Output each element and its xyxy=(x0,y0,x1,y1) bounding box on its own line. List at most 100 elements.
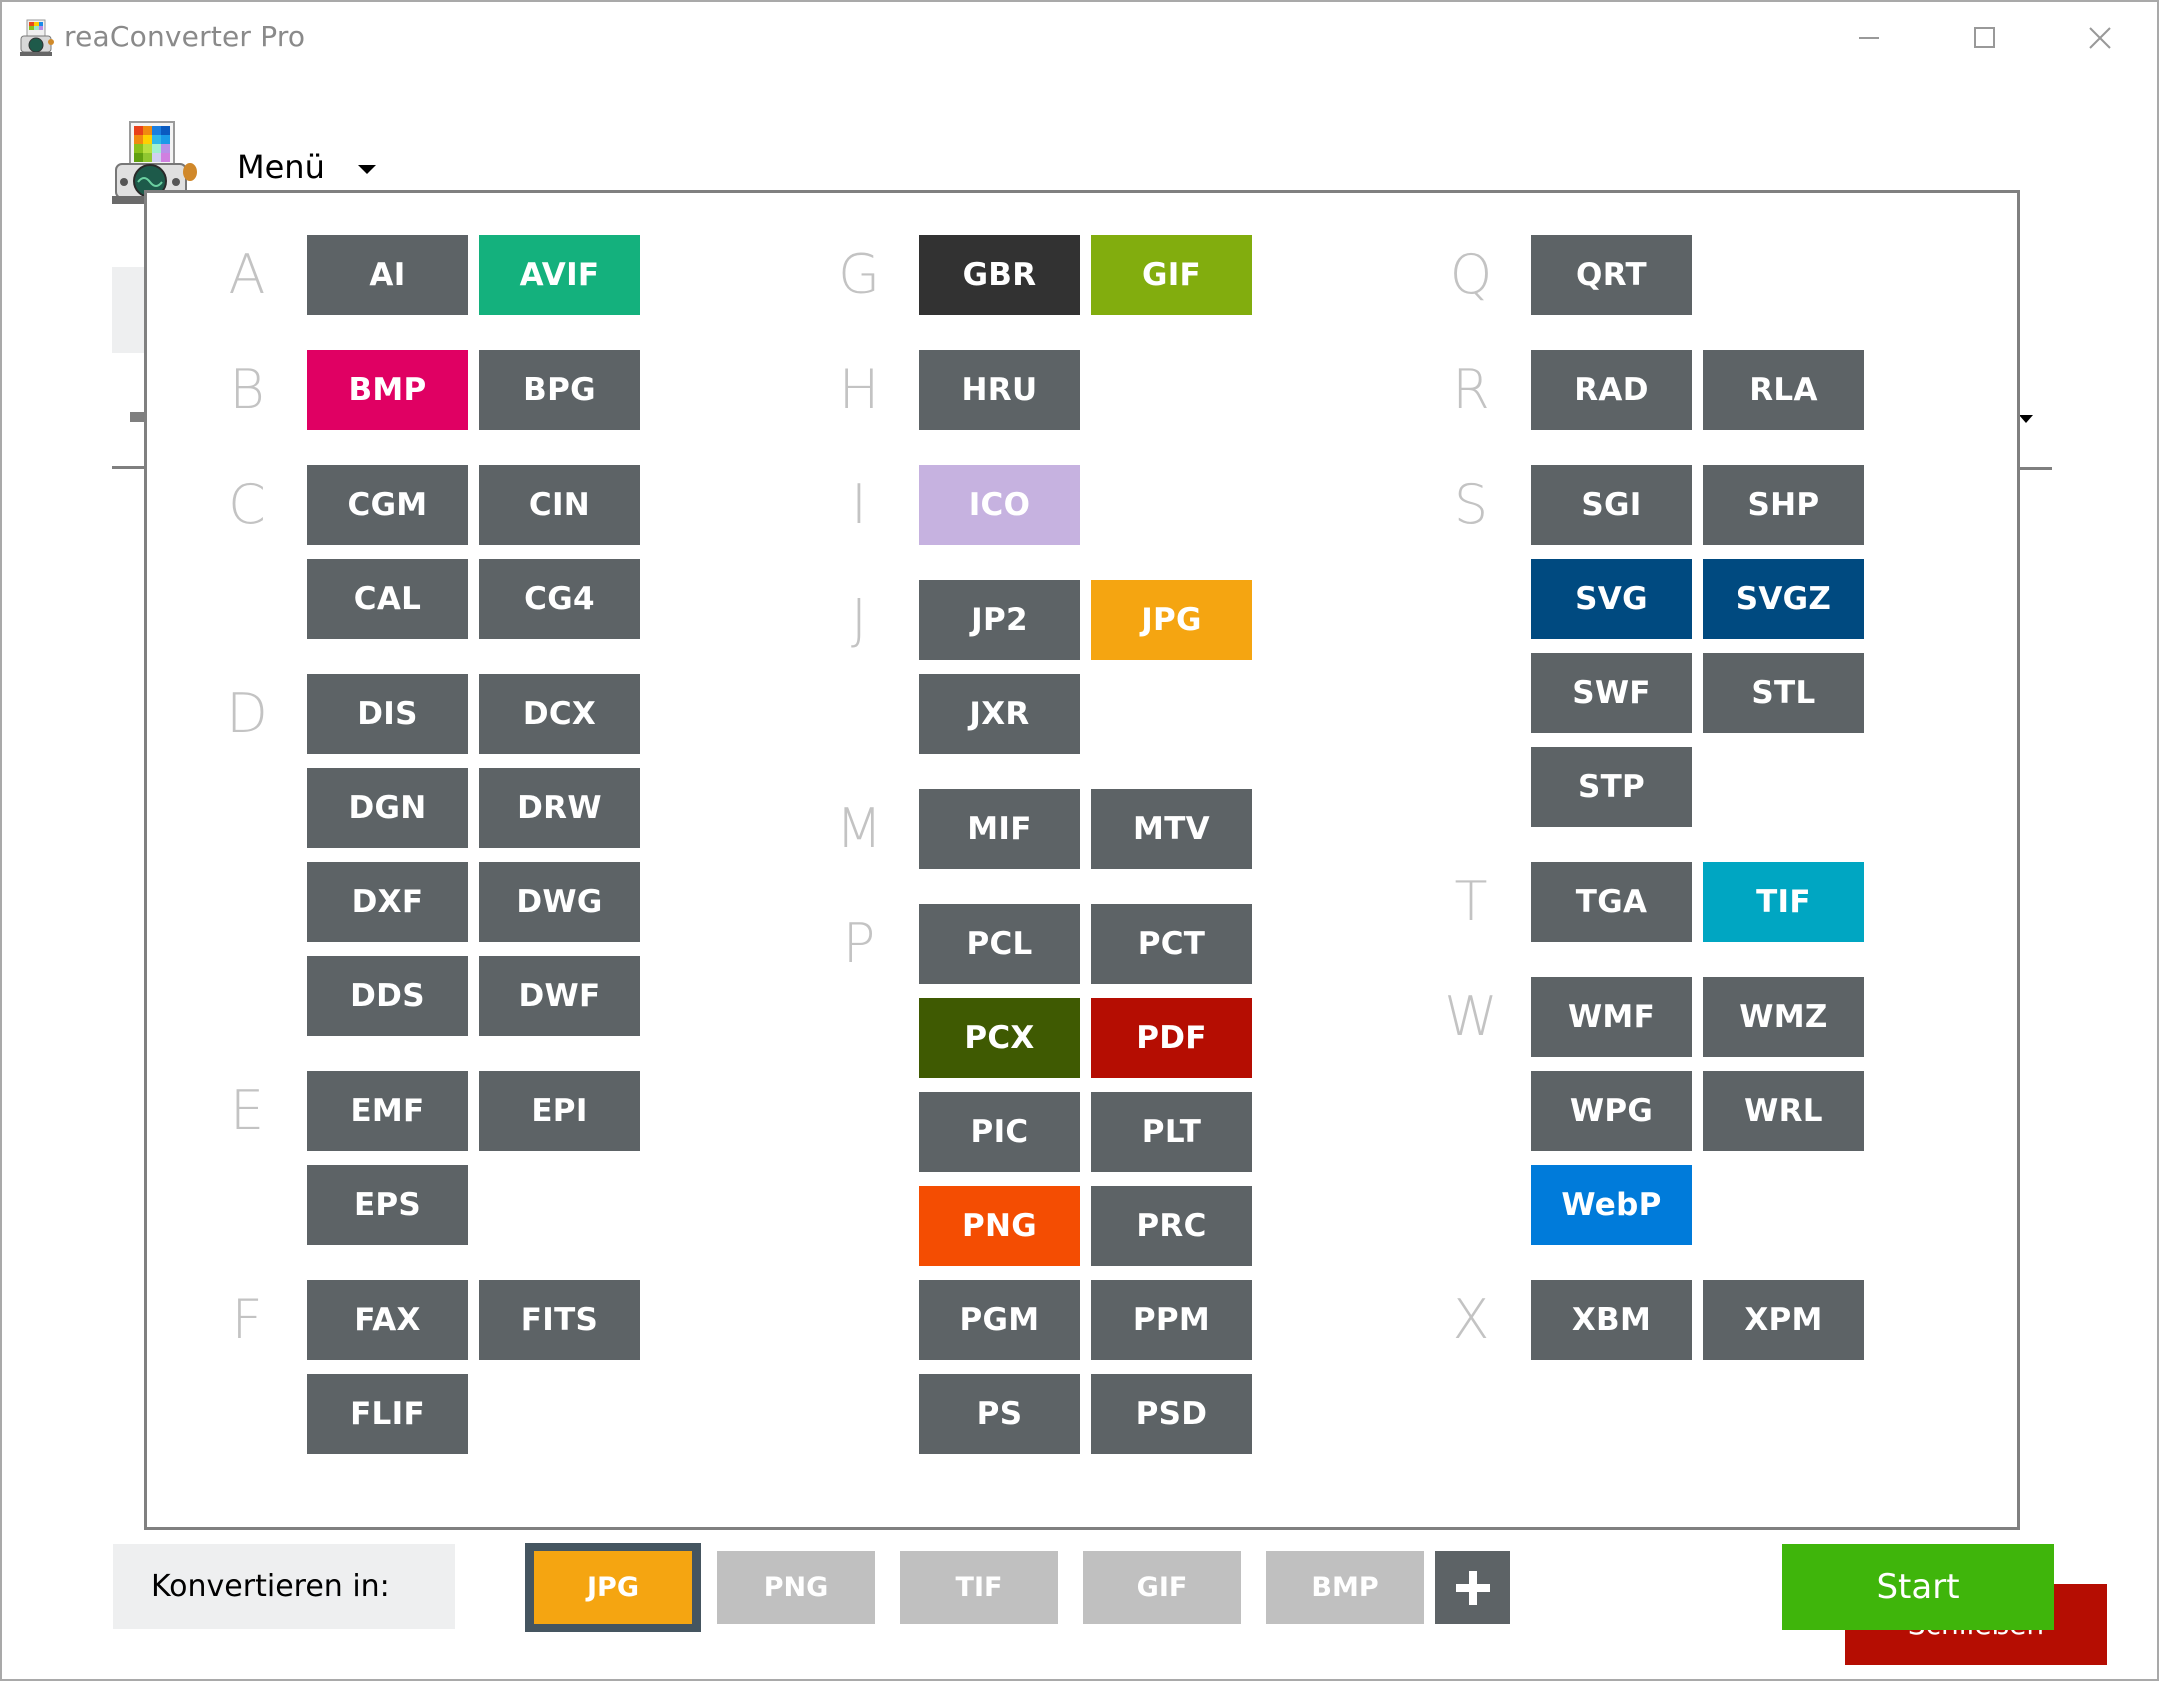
format-button-ico[interactable]: ICO xyxy=(919,465,1080,545)
format-button-ps[interactable]: PS xyxy=(919,1374,1080,1454)
window-title: reaConverter Pro xyxy=(64,20,306,53)
letter-label-q: Q xyxy=(1449,243,1493,306)
format-button-gbr[interactable]: GBR xyxy=(919,235,1080,315)
letter-label-s: S xyxy=(1453,473,1489,536)
format-button-fax[interactable]: FAX xyxy=(307,1280,468,1360)
target-format-bmp[interactable]: BMP xyxy=(1266,1551,1424,1624)
target-format-gif[interactable]: GIF xyxy=(1083,1551,1241,1624)
app-window: reaConverter Pro Menü A AI AVIF B BMP BP… xyxy=(0,0,2159,1681)
format-button-prc[interactable]: PRC xyxy=(1091,1186,1252,1266)
add-target-format-button[interactable] xyxy=(1435,1551,1510,1624)
format-button-avif[interactable]: AVIF xyxy=(479,235,640,315)
letter-label-j: J xyxy=(851,588,867,651)
background-dropdown-arrow-icon xyxy=(2019,415,2033,423)
format-button-svgz[interactable]: SVGZ xyxy=(1703,559,1864,639)
format-button-psd[interactable]: PSD xyxy=(1091,1374,1252,1454)
format-button-pic[interactable]: PIC xyxy=(919,1092,1080,1172)
background-divider xyxy=(2018,467,2052,470)
format-button-bpg[interactable]: BPG xyxy=(479,350,640,430)
format-button-sgi[interactable]: SGI xyxy=(1531,465,1692,545)
format-button-wmz[interactable]: WMZ xyxy=(1703,977,1864,1057)
format-button-dcx[interactable]: DCX xyxy=(479,674,640,754)
format-button-wmf[interactable]: WMF xyxy=(1531,977,1692,1057)
title-bar: reaConverter Pro xyxy=(2,2,2157,74)
maximize-button[interactable] xyxy=(1926,2,2042,74)
format-button-emf[interactable]: EMF xyxy=(307,1071,468,1151)
format-button-jpg[interactable]: JPG xyxy=(1091,580,1252,660)
format-button-bmp[interactable]: BMP xyxy=(307,350,468,430)
format-button-plt[interactable]: PLT xyxy=(1091,1092,1252,1172)
convert-to-label: Konvertieren in: xyxy=(113,1544,455,1629)
target-format-jpg[interactable]: JPG xyxy=(534,1551,692,1624)
format-button-swf[interactable]: SWF xyxy=(1531,653,1692,733)
format-button-hru[interactable]: HRU xyxy=(919,350,1080,430)
format-button-wpg[interactable]: WPG xyxy=(1531,1071,1692,1151)
format-button-tga[interactable]: TGA xyxy=(1531,862,1692,942)
format-button-dis[interactable]: DIS xyxy=(307,674,468,754)
letter-label-b: B xyxy=(229,358,265,421)
background-slider-tick xyxy=(130,412,144,422)
letter-label-f: F xyxy=(231,1288,263,1351)
letter-label-x: X xyxy=(1452,1288,1490,1351)
format-button-flif[interactable]: FLIF xyxy=(307,1374,468,1454)
format-button-tif[interactable]: TIF xyxy=(1703,862,1864,942)
format-button-xpm[interactable]: XPM xyxy=(1703,1280,1864,1360)
letter-label-e: E xyxy=(229,1079,265,1142)
letter-label-a: A xyxy=(228,243,266,306)
minimize-icon xyxy=(1859,37,1879,39)
target-format-png[interactable]: PNG xyxy=(717,1551,875,1624)
format-button-shp[interactable]: SHP xyxy=(1703,465,1864,545)
format-button-qrt[interactable]: QRT xyxy=(1531,235,1692,315)
format-button-jp2[interactable]: JP2 xyxy=(919,580,1080,660)
letter-label-i: I xyxy=(851,473,867,536)
letter-label-w: W xyxy=(1444,985,1498,1048)
format-button-webp[interactable]: WebP xyxy=(1531,1165,1692,1245)
letter-label-t: T xyxy=(1454,870,1488,933)
format-button-mif[interactable]: MIF xyxy=(919,789,1080,869)
format-selection-dialog: Schließen AAIAVIFBBMPBPGCCGMCINCALCG4DDI… xyxy=(144,190,2107,1665)
format-button-rad[interactable]: RAD xyxy=(1531,350,1692,430)
format-button-ppm[interactable]: PPM xyxy=(1091,1280,1252,1360)
letter-label-p: P xyxy=(842,912,876,975)
format-button-wrl[interactable]: WRL xyxy=(1703,1071,1864,1151)
format-button-mtv[interactable]: MTV xyxy=(1091,789,1252,869)
format-button-fits[interactable]: FITS xyxy=(479,1280,640,1360)
format-button-dgn[interactable]: DGN xyxy=(307,768,468,848)
letter-label-c: C xyxy=(228,473,266,536)
menu-dropdown-arrow-icon[interactable] xyxy=(358,165,376,174)
format-button-pcx[interactable]: PCX xyxy=(919,998,1080,1078)
format-button-dwg[interactable]: DWG xyxy=(479,862,640,942)
plus-icon xyxy=(1455,1570,1490,1605)
format-button-stp[interactable]: STP xyxy=(1531,747,1692,827)
format-button-pdf[interactable]: PDF xyxy=(1091,998,1252,1078)
format-button-epi[interactable]: EPI xyxy=(479,1071,640,1151)
letter-label-g: G xyxy=(838,243,880,306)
minimize-button[interactable] xyxy=(1810,2,1926,74)
letter-label-r: R xyxy=(1452,358,1490,421)
target-format-tif[interactable]: TIF xyxy=(900,1551,1058,1624)
format-button-gif[interactable]: GIF xyxy=(1091,235,1252,315)
format-button-cin[interactable]: CIN xyxy=(479,465,640,545)
format-button-pgm[interactable]: PGM xyxy=(919,1280,1080,1360)
format-button-eps[interactable]: EPS xyxy=(307,1165,468,1245)
format-button-xbm[interactable]: XBM xyxy=(1531,1280,1692,1360)
format-button-cal[interactable]: CAL xyxy=(307,559,468,639)
format-button-cg4[interactable]: CG4 xyxy=(479,559,640,639)
format-button-dxf[interactable]: DXF xyxy=(307,862,468,942)
format-button-jxr[interactable]: JXR xyxy=(919,674,1080,754)
format-button-rla[interactable]: RLA xyxy=(1703,350,1864,430)
format-button-pcl[interactable]: PCL xyxy=(919,904,1080,984)
format-button-dds[interactable]: DDS xyxy=(307,956,468,1036)
close-window-button[interactable] xyxy=(2042,2,2158,74)
format-button-dwf[interactable]: DWF xyxy=(479,956,640,1036)
format-button-pct[interactable]: PCT xyxy=(1091,904,1252,984)
format-button-png[interactable]: PNG xyxy=(919,1186,1080,1266)
start-button[interactable]: Start xyxy=(1782,1544,2054,1630)
format-button-drw[interactable]: DRW xyxy=(479,768,640,848)
format-button-cgm[interactable]: CGM xyxy=(307,465,468,545)
format-button-svg[interactable]: SVG xyxy=(1531,559,1692,639)
menu-button[interactable]: Menü xyxy=(237,148,325,186)
letter-label-m: M xyxy=(835,797,883,860)
format-button-stl[interactable]: STL xyxy=(1703,653,1864,733)
format-button-ai[interactable]: AI xyxy=(307,235,468,315)
